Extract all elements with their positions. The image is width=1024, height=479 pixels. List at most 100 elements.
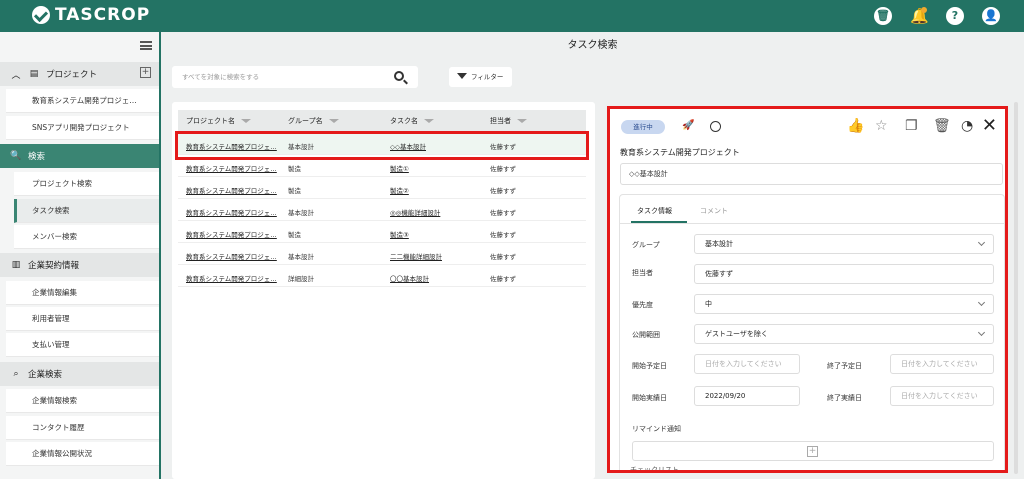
cell-project[interactable]: 教育系システム開発プロジェ… bbox=[186, 229, 277, 239]
sidebar-item-member-search[interactable]: メンバー検索 bbox=[14, 225, 159, 249]
table-row[interactable]: 教育系システム開発プロジェ… 基本設計 ◎◎機能詳細設計 佐藤すず bbox=[178, 200, 586, 221]
assignee-field[interactable]: 佐藤すず bbox=[694, 264, 994, 284]
panel-scrollbar[interactable] bbox=[1014, 102, 1018, 474]
task-name-field[interactable]: ◇◇基本設計 bbox=[620, 163, 1003, 185]
cell-project[interactable]: 教育系システム開発プロジェ… bbox=[186, 185, 277, 195]
column-header-project[interactable]: プロジェクト名 bbox=[186, 116, 251, 126]
sort-icon[interactable] bbox=[241, 119, 251, 123]
sidebar-item-company-edit[interactable]: 企業情報編集 bbox=[6, 281, 159, 305]
cell-task[interactable]: 二二機能詳細設計 bbox=[390, 251, 442, 261]
column-header-assignee[interactable]: 担当者 bbox=[490, 116, 527, 126]
sidebar-item-company-visibility[interactable]: 企業情報公開状況 bbox=[6, 442, 159, 466]
sidebar-item-company-info-search[interactable]: 企業情報検索 bbox=[6, 389, 159, 413]
hamburger-menu-icon[interactable] bbox=[140, 41, 152, 50]
cell-project[interactable]: 教育系システム開発プロジェ… bbox=[186, 163, 277, 173]
column-header-group[interactable]: グループ名 bbox=[288, 116, 339, 126]
cell-assignee: 佐藤すず bbox=[490, 231, 516, 239]
sidebar-item-project-search[interactable]: プロジェクト検索 bbox=[14, 172, 159, 196]
cell-task[interactable]: 製造② bbox=[390, 185, 409, 195]
task-info-card: タスク情報 コメント グループ 基本設計 担当者 佐藤すず 優先度 中 公開範囲… bbox=[619, 194, 1005, 470]
filter-icon bbox=[457, 73, 467, 79]
cell-project[interactable]: 教育系システム開発プロジェ… bbox=[186, 207, 277, 217]
sidebar-item-project[interactable]: 教育系システム開発プロジェ… bbox=[6, 89, 159, 113]
cell-task[interactable]: 製造③ bbox=[390, 229, 409, 239]
table-row[interactable]: 教育系システム開発プロジェ… 製造 製造③ 佐藤すず bbox=[178, 222, 586, 243]
add-project-icon[interactable]: + bbox=[140, 67, 151, 78]
visibility-value: ゲストユーザを除く bbox=[705, 330, 768, 338]
sidebar-section-search[interactable]: 🔍 検索 bbox=[0, 144, 159, 168]
table-row[interactable]: 教育系システム開発プロジェ… 基本設計 二二機能詳細設計 佐藤すず bbox=[178, 244, 586, 265]
sidebar-item-contact-history[interactable]: コンタクト履歴 bbox=[6, 416, 159, 440]
end-plan-label: 終了予定日 bbox=[827, 362, 862, 370]
thumbs-up-icon[interactable]: 👍 bbox=[847, 118, 864, 134]
column-header-label: プロジェクト名 bbox=[186, 117, 235, 125]
cell-task[interactable]: 〇〇基本設計 bbox=[390, 273, 429, 283]
task-detail-panel: 進行中 🚀 👍 ☆ ❐ 🗑 ◔ ✕ 教育系システム開発プロジェクト ◇◇基本設計… bbox=[607, 106, 1008, 473]
cell-project[interactable]: 教育系システム開発プロジェ… bbox=[186, 251, 277, 261]
visibility-select[interactable]: ゲストユーザを除く bbox=[694, 324, 994, 344]
search-icon[interactable] bbox=[394, 71, 404, 81]
sidebar-section-label: プロジェクト bbox=[46, 70, 98, 80]
page-title: タスク検索 bbox=[567, 40, 618, 51]
sort-icon[interactable] bbox=[517, 119, 527, 123]
start-actual-label: 開始実績日 bbox=[632, 394, 667, 402]
priority-label: 優先度 bbox=[632, 301, 653, 309]
cell-task[interactable]: ◎◎機能詳細設計 bbox=[390, 207, 440, 217]
sidebar-item-project[interactable]: SNSアプリ開発プロジェクト bbox=[6, 116, 159, 140]
complete-circle-icon[interactable] bbox=[710, 121, 721, 132]
column-header-task[interactable]: タスク名 bbox=[390, 116, 434, 126]
column-header-label: タスク名 bbox=[390, 117, 418, 125]
timer-icon[interactable]: ◔ bbox=[961, 118, 973, 134]
start-actual-date-input[interactable]: 2022/09/20 bbox=[694, 386, 800, 406]
tab-task-info[interactable]: タスク情報 bbox=[637, 206, 672, 216]
chevron-down-icon bbox=[977, 298, 986, 307]
sort-icon[interactable] bbox=[424, 119, 434, 123]
priority-select[interactable]: 中 bbox=[694, 294, 994, 314]
star-icon[interactable]: ☆ bbox=[875, 118, 888, 134]
start-plan-date-input[interactable]: 日付を入力してください bbox=[694, 354, 800, 374]
cell-assignee: 佐藤すず bbox=[490, 275, 516, 283]
priority-value: 中 bbox=[705, 300, 712, 308]
filter-button[interactable]: フィルター bbox=[449, 67, 512, 87]
end-plan-date-input[interactable]: 日付を入力してください bbox=[890, 354, 994, 374]
logo[interactable]: TASCROP bbox=[32, 5, 150, 25]
cell-group: 詳細設計 bbox=[288, 275, 314, 283]
cell-group: 基本設計 bbox=[288, 253, 314, 261]
cell-project[interactable]: 教育系システム開発プロジェ… bbox=[186, 273, 277, 283]
status-badge[interactable]: 進行中 bbox=[621, 120, 665, 134]
sidebar-section-label: 検索 bbox=[28, 152, 46, 162]
sidebar-section-company-search[interactable]: ⌕ 企業検索 bbox=[0, 362, 159, 386]
start-plan-label: 開始予定日 bbox=[632, 362, 667, 370]
search-placeholder: すべてを対象に検索をする bbox=[182, 73, 260, 81]
sidebar-item-user-management[interactable]: 利用者管理 bbox=[6, 307, 159, 331]
remind-add-field[interactable]: + bbox=[632, 441, 994, 461]
trash-icon[interactable]: 🗑 bbox=[933, 118, 951, 134]
table-header: プロジェクト名 グループ名 タスク名 担当者 bbox=[178, 110, 586, 132]
sidebar-item-task-search[interactable]: タスク検索 bbox=[14, 199, 159, 223]
search-input[interactable]: すべてを対象に検索をする bbox=[172, 66, 418, 88]
bell-icon[interactable]: 🔔 bbox=[910, 7, 929, 25]
building-icon: ▥ bbox=[11, 260, 21, 270]
table-row[interactable]: 教育系システム開発プロジェ… 製造 製造② 佐藤すず bbox=[178, 178, 586, 199]
sidebar-section-contract[interactable]: ▥ 企業契約情報 bbox=[0, 253, 159, 277]
user-icon[interactable]: 👤 bbox=[982, 7, 1000, 25]
checklist-label: チェックリスト bbox=[630, 466, 679, 473]
cell-task[interactable]: 製造① bbox=[390, 163, 409, 173]
tab-comment[interactable]: コメント bbox=[700, 206, 728, 216]
table-row[interactable]: 教育系システム開発プロジェ… 詳細設計 〇〇基本設計 佐藤すず bbox=[178, 266, 586, 287]
end-actual-date-input[interactable]: 日付を入力してください bbox=[890, 386, 994, 406]
close-icon[interactable]: ✕ bbox=[982, 115, 997, 136]
rocket-icon[interactable]: 🚀 bbox=[682, 120, 694, 131]
notification-dot bbox=[921, 7, 927, 13]
add-icon[interactable]: + bbox=[807, 446, 818, 457]
group-value: 基本設計 bbox=[705, 240, 733, 248]
visibility-label: 公開範囲 bbox=[632, 331, 660, 339]
copy-icon[interactable]: ❐ bbox=[905, 118, 918, 134]
trash-icon[interactable]: 🗑 bbox=[874, 7, 892, 25]
sidebar-item-payment[interactable]: 支払い管理 bbox=[6, 333, 159, 357]
help-icon[interactable]: ? bbox=[946, 7, 964, 25]
group-select[interactable]: 基本設計 bbox=[694, 234, 994, 254]
sidebar-section-projects[interactable]: ︿ ▤ プロジェクト + bbox=[0, 62, 159, 86]
sort-icon[interactable] bbox=[328, 119, 339, 123]
chevron-up-icon[interactable]: ︿ bbox=[10, 68, 22, 81]
